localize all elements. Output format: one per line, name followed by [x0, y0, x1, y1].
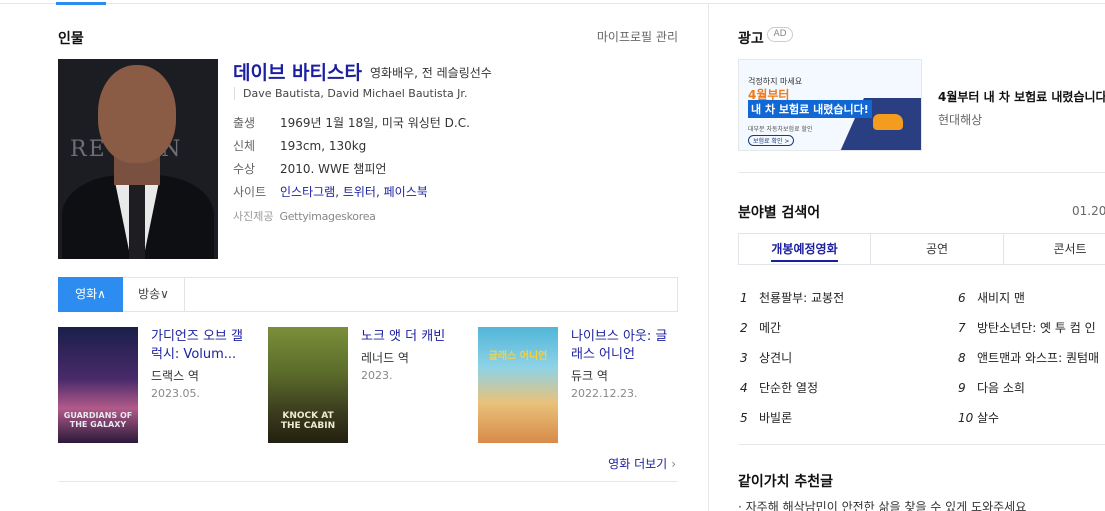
info-key: 출생	[233, 116, 256, 130]
tab-upcoming-movies[interactable]: 개봉예정영화	[739, 234, 871, 264]
info-value: 1969년 1월 18일, 미국 워싱턴 D.C.	[280, 116, 470, 130]
person-name[interactable]: 데이브 바티스타	[233, 58, 362, 85]
info-row-birth: 출생 1969년 1월 18일, 미국 워싱턴 D.C.	[233, 114, 470, 131]
section-divider	[738, 172, 1105, 173]
info-value: 193cm, 130kg	[280, 139, 367, 153]
keyword-item[interactable]: 4 단순한 열정	[740, 379, 818, 396]
ad-title: 광고	[738, 31, 764, 47]
movie-date: 2022.12.23.	[571, 387, 638, 400]
section-title: 인물	[58, 31, 84, 47]
facebook-link[interactable]: 페이스북	[384, 185, 428, 199]
keyword-item[interactable]: 1 천룡팔부: 교봉전	[740, 289, 844, 306]
info-row-body: 신체 193cm, 130kg	[233, 137, 366, 154]
movie-title[interactable]: 나이브스 아웃: 글래스 어니언	[571, 328, 669, 364]
keywords-title: 분야별 검색어	[738, 205, 821, 221]
movie-item[interactable]: GUARDIANS OF THE GALAXY 가디언즈 오브 갤럭시: Vol…	[58, 327, 258, 447]
movie-poster[interactable]: GUARDIANS OF THE GALAXY	[58, 327, 138, 443]
ad-advertiser: 현대해상	[938, 113, 983, 127]
right-sidebar: 광고 AD 걱정하지 마세요 4월부터 내 차 보험료 내렸습니다! 대부분 자…	[738, 0, 1105, 511]
twitter-link[interactable]: 트위터	[343, 185, 376, 199]
keyword-item[interactable]: 10 살수	[958, 409, 999, 426]
ad-banner-button[interactable]: 보험료 확인 >	[748, 135, 795, 146]
person-photo[interactable]: RE RTIN	[58, 59, 218, 259]
ad-badge: AD	[767, 27, 793, 42]
keyword-item[interactable]: 3 상견니	[740, 349, 792, 366]
english-name: Dave Bautista, David Michael Bautista Jr…	[234, 87, 467, 100]
car-icon	[873, 114, 903, 130]
info-key: 신체	[233, 139, 256, 153]
movie-date: 2023.05.	[151, 387, 200, 400]
keyword-item[interactable]: 7 방탄소년단: 옛 투 컴 인	[958, 319, 1096, 336]
instagram-link[interactable]: 인스타그램	[280, 185, 335, 199]
manage-profile-link[interactable]: 마이프로필 관리	[597, 28, 678, 45]
tab-broadcast[interactable]: 방송∨	[123, 277, 185, 312]
movie-date: 2023.	[361, 369, 393, 382]
movie-poster[interactable]: KNOCK AT THE CABIN	[268, 327, 348, 443]
movie-role: 듀크 역	[571, 369, 608, 383]
keywords-date: 01.20.	[1072, 204, 1105, 218]
movie-item[interactable]: KNOCK AT THE CABIN 노크 앳 더 캐빈 레너드 역 2023.	[268, 327, 468, 447]
keyword-item[interactable]: 2 메간	[740, 319, 781, 336]
keyword-tabs: 개봉예정영화 공연 콘서트	[738, 233, 1105, 265]
person-card: 인물 마이프로필 관리 RE RTIN 데이브 바티스타 영화배우, 전 레슬링…	[58, 0, 678, 511]
recommend-item[interactable]: · 자주해 해삭남민이 안전한 삶을 찾을 수 있게 도와주세요	[738, 498, 1026, 511]
keyword-item[interactable]: 5 바빌론	[740, 409, 792, 426]
info-value: 2010. WWE 챔피언	[280, 162, 387, 176]
info-key: 사이트	[233, 185, 267, 199]
info-row-site: 사이트 인스타그램, 트위터, 페이스북	[233, 185, 428, 199]
chevron-right-icon: ›	[671, 457, 676, 471]
filmo-tabs: 영화∧ 방송∨	[58, 277, 678, 312]
keyword-item[interactable]: 8 앤트맨과 와스프: 퀀텀매	[958, 349, 1099, 366]
movie-role: 드랙스 역	[151, 369, 199, 383]
movie-role: 레너드 역	[361, 351, 409, 365]
movie-title[interactable]: 가디언즈 오브 갤럭시: Volum...	[151, 328, 249, 364]
keyword-item[interactable]: 6 새비지 맨	[958, 289, 1025, 306]
info-key: 수상	[233, 162, 256, 176]
column-divider	[708, 4, 709, 511]
tab-concert[interactable]: 콘서트	[1004, 234, 1105, 264]
section-divider	[738, 444, 1105, 445]
info-row-award: 수상 2010. WWE 챔피언	[233, 160, 386, 177]
movie-title[interactable]: 노크 앳 더 캐빈	[361, 328, 459, 346]
movie-item[interactable]: 글래스 어니언 나이브스 아웃: 글래스 어니언 듀크 역 2022.12.23…	[478, 327, 678, 447]
movie-poster[interactable]: 글래스 어니언	[478, 327, 558, 443]
more-movies-link[interactable]: 영화 더보기 ›	[608, 455, 676, 472]
tab-movie[interactable]: 영화∧	[58, 277, 123, 312]
tab-performance[interactable]: 공연	[871, 234, 1004, 264]
ad-headline[interactable]: 4월부터 내 차 보험료 내렸습니다	[938, 88, 1105, 105]
section-divider	[58, 481, 678, 482]
ad-banner[interactable]: 걱정하지 마세요 4월부터 내 차 보험료 내렸습니다! 대부분 자동차보험료 …	[738, 59, 922, 151]
keyword-item[interactable]: 9 다음 소희	[958, 379, 1025, 396]
person-role: 영화배우, 전 레슬링선수	[370, 66, 492, 80]
recommend-title: 같이가치 추천글	[738, 474, 834, 490]
photo-credit: 사진제공 Gettyimageskorea	[233, 210, 376, 223]
